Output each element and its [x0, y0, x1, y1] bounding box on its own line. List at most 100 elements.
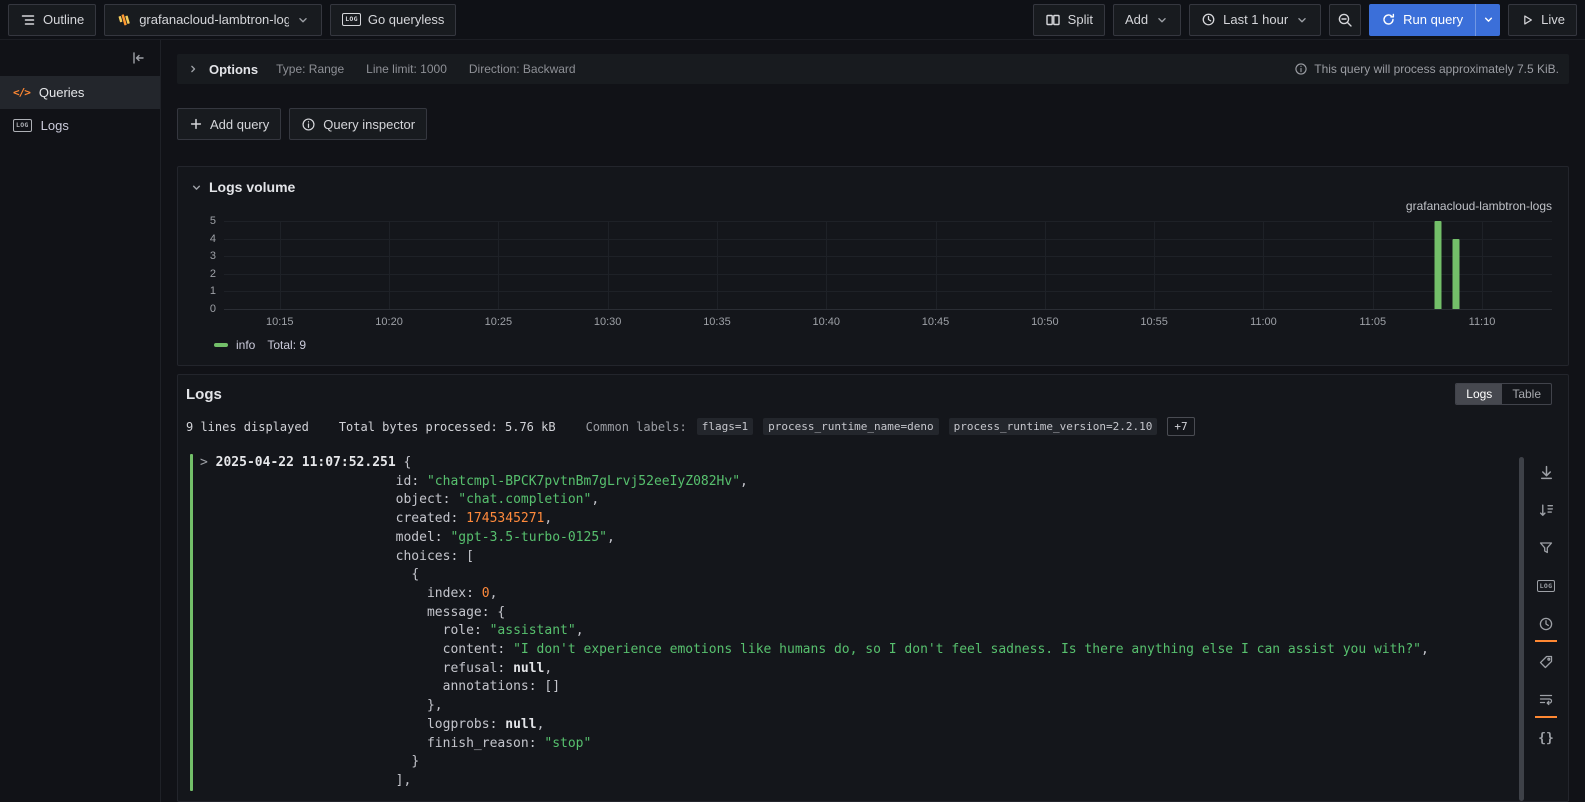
- query-inspector-button[interactable]: Query inspector: [289, 108, 427, 140]
- log-line: message: {: [200, 604, 1429, 623]
- chevron-down-icon: [190, 181, 203, 194]
- zoom-out-button[interactable]: [1329, 4, 1361, 36]
- play-icon: [1520, 13, 1534, 27]
- unique-labels-button[interactable]: LOG: [1533, 573, 1559, 599]
- chevron-down-icon: [296, 13, 310, 27]
- log-line: }: [200, 753, 1429, 772]
- add-query-label: Add query: [210, 117, 269, 132]
- log-scrollbar[interactable]: [1519, 457, 1524, 801]
- sidebar-item-logs[interactable]: LOG Logs: [0, 109, 160, 142]
- add-dropdown-button[interactable]: Add: [1113, 4, 1181, 36]
- h-gridline: [224, 239, 1552, 240]
- run-query-button[interactable]: Run query: [1369, 4, 1500, 36]
- info-circle-icon: [301, 117, 316, 132]
- show-labels-button[interactable]: [1533, 649, 1559, 675]
- v-gridline: [826, 221, 827, 309]
- logs-panel: Logs Logs Table 9 lines displayed Total …: [177, 374, 1569, 802]
- sidebar-item-queries[interactable]: </> Queries: [0, 76, 160, 109]
- live-label: Live: [1541, 12, 1565, 27]
- log-row[interactable]: > 2025-04-22 11:07:52.251 {id: "chatcmpl…: [186, 454, 1568, 791]
- x-tick-label: 11:10: [1469, 316, 1496, 328]
- log-line: index: 0,: [200, 585, 1429, 604]
- series-label[interactable]: grafanacloud-lambtron-logs: [1406, 199, 1552, 217]
- outline-icon: [20, 12, 36, 28]
- run-query-main[interactable]: Run query: [1369, 4, 1475, 36]
- y-tick-label: 1: [210, 285, 216, 297]
- v-gridline: [1482, 221, 1483, 309]
- y-tick-label: 3: [210, 250, 216, 262]
- log-line: logprobs: null,: [200, 716, 1429, 735]
- log-lines: > 2025-04-22 11:07:52.251 {id: "chatcmpl…: [193, 454, 1429, 791]
- query-inspector-label: Query inspector: [323, 117, 415, 132]
- y-tick-label: 5: [210, 215, 216, 227]
- logs-meta-row: 9 lines displayed Total bytes processed:…: [186, 417, 1568, 436]
- sync-icon: [1381, 12, 1396, 27]
- volume-bar: [1434, 221, 1441, 309]
- go-queryless-button[interactable]: LOG Go queryless: [330, 4, 456, 36]
- log-line: object: "chat.completion",: [200, 491, 1429, 510]
- run-query-caret[interactable]: [1475, 4, 1500, 36]
- log-line: > 2025-04-22 11:07:52.251 {: [200, 454, 1429, 473]
- tag-icon: [1538, 654, 1554, 670]
- split-button[interactable]: Split: [1033, 4, 1105, 36]
- h-gridline: [224, 291, 1552, 292]
- log-controls-rail: LOG {}: [1529, 459, 1563, 751]
- run-query-label: Run query: [1403, 12, 1463, 27]
- datasource-picker[interactable]: grafanacloud-lambtron-logs: [104, 4, 322, 36]
- log-badge-icon: LOG: [13, 119, 32, 132]
- chevron-right-icon: [187, 63, 199, 75]
- log-line: annotations: []: [200, 678, 1429, 697]
- info-icon: [1294, 62, 1308, 76]
- volume-bar: [1453, 239, 1460, 309]
- filter-button[interactable]: [1533, 535, 1559, 561]
- logs-volume-header[interactable]: Logs volume: [190, 175, 1552, 199]
- h-gridline: [224, 274, 1552, 275]
- more-labels-badge[interactable]: +7: [1167, 417, 1194, 436]
- log-line: refusal: null,: [200, 660, 1429, 679]
- time-range-label: Last 1 hour: [1223, 12, 1288, 27]
- chevron-down-icon: [1295, 13, 1309, 27]
- v-gridline: [608, 221, 609, 309]
- v-gridline: [717, 221, 718, 309]
- legend-series-name[interactable]: info: [236, 338, 255, 352]
- toggle-logs[interactable]: Logs: [1456, 384, 1502, 404]
- chevron-down-icon: [1482, 13, 1495, 26]
- options-type: Type: Range: [276, 62, 344, 76]
- sort-order-button[interactable]: [1533, 497, 1559, 523]
- wrap-lines-button[interactable]: [1533, 687, 1559, 713]
- v-gridline: [389, 221, 390, 309]
- collapse-sidebar-button[interactable]: [0, 46, 160, 76]
- add-query-button[interactable]: Add query: [177, 108, 281, 140]
- split-label: Split: [1068, 12, 1093, 27]
- log-line: created: 1745345271,: [200, 510, 1429, 529]
- options-line-limit: Line limit: 1000: [366, 62, 447, 76]
- scroll-to-bottom-button[interactable]: [1533, 459, 1559, 485]
- toggle-table[interactable]: Table: [1502, 384, 1551, 404]
- topbar: Outline grafanacloud-lambtron-logs LOG G…: [0, 0, 1585, 40]
- log-line: role: "assistant",: [200, 622, 1429, 641]
- log-line: ],: [200, 772, 1429, 791]
- v-gridline: [1154, 221, 1155, 309]
- wrap-lines-icon: [1538, 692, 1554, 708]
- braces-icon: {}: [1538, 731, 1554, 746]
- query-options-row[interactable]: Options Type: Range Line limit: 1000 Dir…: [177, 54, 1569, 84]
- v-gridline: [498, 221, 499, 309]
- chevron-down-icon: [1155, 13, 1169, 27]
- h-gridline: [224, 221, 1552, 222]
- clock-icon: [1538, 616, 1554, 632]
- lines-displayed: 9 lines displayed: [186, 420, 309, 434]
- show-timestamps-button[interactable]: [1533, 611, 1559, 637]
- log-line: model: "gpt-3.5-turbo-0125",: [200, 529, 1429, 548]
- prettify-json-button[interactable]: {}: [1533, 725, 1559, 751]
- go-queryless-label: Go queryless: [368, 12, 445, 27]
- explore-sidebar: </> Queries LOG Logs: [0, 40, 161, 802]
- outline-button[interactable]: Outline: [8, 4, 96, 36]
- log-line: content: "I don't experience emotions li…: [200, 641, 1429, 660]
- v-gridline: [936, 221, 937, 309]
- logs-view-toggle: Logs Table: [1455, 383, 1552, 405]
- logs-volume-legend: info Total: 9: [190, 333, 1552, 357]
- live-button[interactable]: Live: [1508, 4, 1577, 36]
- topbar-right-cluster: Split Add Last 1 hour Run query: [1033, 4, 1577, 36]
- time-range-picker[interactable]: Last 1 hour: [1189, 4, 1321, 36]
- sidebar-item-label: Logs: [41, 118, 69, 133]
